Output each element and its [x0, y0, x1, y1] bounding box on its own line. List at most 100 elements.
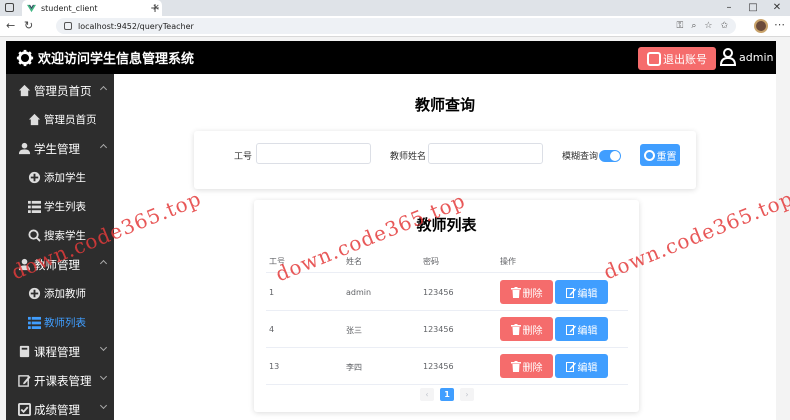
sidebar-group-schedule[interactable]: 开课表管理	[6, 366, 114, 395]
fuzzy-search-label: 模糊查询	[562, 152, 599, 162]
row-divider	[266, 384, 628, 385]
trash-icon	[510, 323, 521, 335]
edit-button[interactable]: 编辑	[555, 280, 608, 304]
sidebar-group-teacher[interactable]: 教师管理	[6, 250, 114, 279]
sidebar-item-label: 学生列表	[44, 201, 86, 213]
delete-button[interactable]: 删除	[500, 280, 553, 304]
maximize-icon[interactable]: □	[741, 1, 765, 15]
main-content: 教师查询 工号 教师姓名 模糊查询 重置 教师列表 工号 姓名 密码 操作 1 …	[114, 74, 776, 420]
logout-icon	[647, 51, 661, 66]
sidebar-group-label: 课程管理	[34, 344, 80, 359]
cell-password: 123456	[423, 288, 454, 297]
page-title: 教师查询	[414, 96, 475, 114]
close-window-icon[interactable]: ✕	[765, 1, 789, 15]
browser-tab-strip: student_client × + – □ ✕	[0, 0, 790, 16]
app-header: 欢迎访问学生信息管理系统 退出账号 admin	[6, 41, 776, 74]
sidebar-item-teacher-list[interactable]: 教师列表	[6, 308, 114, 337]
cell-password: 123456	[423, 362, 454, 371]
edit-label: 编辑	[577, 362, 598, 374]
edit-button[interactable]: 编辑	[555, 317, 608, 341]
edit-icon	[565, 361, 576, 372]
sidebar-item-label: 添加学生	[44, 172, 86, 184]
new-tab-icon[interactable]: +	[150, 1, 160, 15]
page-number-button[interactable]: 1	[440, 388, 454, 401]
fuzzy-search-toggle[interactable]	[599, 150, 621, 162]
username: admin	[739, 50, 774, 64]
delete-button[interactable]: 删除	[500, 354, 553, 378]
sidebar-item-label: 搜索学生	[44, 230, 86, 242]
sidebar-item-add-teacher[interactable]: 添加教师	[6, 279, 114, 308]
minimize-icon[interactable]: –	[717, 1, 741, 15]
next-page-button[interactable]: ›	[460, 388, 474, 401]
row-divider	[266, 310, 628, 311]
edit-icon	[565, 287, 576, 298]
reload-icon[interactable]: ↻	[24, 20, 33, 32]
tab-title: student_client	[41, 3, 98, 13]
edit-label: 编辑	[577, 288, 598, 300]
sidebar-item-label: 添加教师	[44, 288, 86, 300]
column-header-actions: 操作	[500, 257, 516, 266]
column-header-id: 工号	[269, 257, 285, 266]
toggle-knob	[610, 151, 620, 161]
cell-name: 李四	[346, 363, 362, 372]
tab-actions-icon[interactable]	[5, 3, 14, 12]
sidebar-group-label: 学生管理	[34, 141, 80, 156]
site-info-icon[interactable]	[64, 22, 72, 30]
sidebar-group-student[interactable]: 学生管理	[6, 134, 114, 163]
chevron-up-icon	[99, 259, 108, 268]
bookmark-star-icon[interactable]: ☆	[704, 21, 712, 31]
home-icon	[18, 84, 31, 97]
book-icon	[19, 345, 30, 358]
trash-icon	[510, 360, 521, 372]
header-divider	[266, 272, 628, 273]
delete-label: 删除	[522, 362, 543, 374]
sidebar-group-label: 教师管理	[34, 257, 80, 272]
list-title: 教师列表	[416, 216, 477, 234]
sidebar-group-admin-home[interactable]: 管理员首页	[6, 76, 114, 105]
url-field[interactable]: localhost:9452/queryTeacher ⚿ ⌕ ☆ ✩	[56, 18, 736, 34]
teacher-name-input[interactable]	[428, 143, 543, 164]
edit-button[interactable]: 编辑	[555, 354, 608, 378]
sidebar-item-label: 管理员首页	[44, 114, 97, 126]
sidebar-item-admin-home[interactable]: 管理员首页	[6, 105, 114, 134]
app-title: 欢迎访问学生信息管理系统	[38, 52, 195, 67]
plus-circle-icon	[28, 171, 41, 184]
back-icon[interactable]: ←	[6, 20, 15, 32]
cell-id: 1	[269, 288, 275, 297]
zoom-icon[interactable]: ⌕	[691, 21, 696, 31]
plus-circle-icon	[28, 287, 41, 300]
user-icon	[18, 258, 31, 271]
url-text: localhost:9452/queryTeacher	[78, 21, 194, 31]
teacher-id-input[interactable]	[256, 143, 371, 164]
sidebar-item-search-student[interactable]: 搜索学生	[6, 221, 114, 250]
prev-page-button[interactable]: ‹	[420, 388, 434, 401]
vue-favicon-icon	[27, 4, 36, 12]
sidebar-group-course[interactable]: 课程管理	[6, 337, 114, 366]
favorites-icon[interactable]: ✩	[720, 21, 728, 31]
list-icon	[28, 316, 41, 329]
column-header-name: 姓名	[346, 257, 362, 266]
edit-icon	[565, 324, 576, 335]
reset-label: 重置	[656, 151, 677, 163]
gear-icon	[16, 49, 34, 66]
chevron-up-icon	[99, 85, 108, 94]
key-icon[interactable]: ⚿	[676, 21, 683, 31]
chevron-up-icon	[99, 143, 108, 152]
browser-tab[interactable]: student_client ×	[22, 0, 162, 16]
sidebar-group-grades[interactable]: 成绩管理	[6, 395, 114, 420]
sidebar-item-student-list[interactable]: 学生列表	[6, 192, 114, 221]
sidebar-item-add-student[interactable]: 添加学生	[6, 163, 114, 192]
app-window: 欢迎访问学生信息管理系统 退出账号 admin 管理员首页 管理员首页 学生管理	[6, 41, 776, 420]
checkbox-icon	[18, 403, 31, 416]
delete-label: 删除	[522, 288, 543, 300]
cell-id: 13	[269, 362, 280, 371]
row-divider	[266, 347, 628, 348]
sidebar-group-label: 管理员首页	[34, 83, 92, 98]
reset-button[interactable]: 重置	[640, 144, 680, 166]
user-menu[interactable]: admin	[720, 48, 773, 66]
profile-avatar[interactable]	[754, 19, 768, 33]
sidebar-item-label: 教师列表	[44, 317, 86, 329]
browser-menu-icon[interactable]: ⋯	[774, 19, 785, 31]
logout-button[interactable]: 退出账号	[638, 47, 716, 70]
delete-button[interactable]: 删除	[500, 317, 553, 341]
